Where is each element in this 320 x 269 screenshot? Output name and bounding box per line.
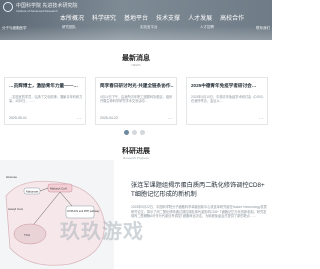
- pager-dot[interactable]: [132, 130, 137, 135]
- sub-link-contact[interactable]: 联系我们: [256, 26, 270, 31]
- mitochondria-shape: [13, 223, 47, 245]
- research-headline[interactable]: 张连军课题组揭示蛋白质丙二酰化修饰调控CD8+ T细胞记忆形成的新机制: [131, 181, 269, 199]
- research-section-title: 科研进展: [122, 148, 150, 155]
- main-nav: 本所概况 科学研究 基地平台 技术支撑 人才发展 高校合作: [60, 15, 244, 23]
- news-card-desc: …实验室的学员，弘扬了文化精神，凝聚青年科研力量，4月6日，……: [9, 95, 83, 104]
- nav-item-talent[interactable]: 人才发展: [188, 15, 212, 23]
- news-card-title[interactable]: 简李春日研讨时光·共建全链条协作…: [100, 83, 174, 89]
- fig-label-tca: TCA: [24, 233, 30, 237]
- news-card-title[interactable]: 2025中德青年免疫学者研讨会…: [191, 83, 265, 89]
- news-card-title[interactable]: …员辉博士，激励青年力量——…: [9, 83, 83, 89]
- fig-label-malonate: Malonate: [26, 190, 39, 194]
- fig-label-glucose: Glucose: [6, 175, 17, 179]
- more-icon[interactable]: ···: [168, 116, 172, 121]
- carousel-pager: [124, 130, 145, 135]
- sub-link-jobs[interactable]: 人才招聘: [200, 25, 214, 30]
- pager-dot[interactable]: [140, 130, 145, 135]
- news-card-date: 2025-04-22: [100, 116, 118, 120]
- site-subtitle: Institute of Advanced Research: [16, 9, 58, 13]
- nav-item-research[interactable]: 科学研究: [92, 15, 116, 23]
- sub-link-team[interactable]: 研究团队: [62, 25, 76, 30]
- nav-item-platform[interactable]: 基地平台: [124, 15, 148, 23]
- news-card-desc: 4月14日下午，由我所青年职工团委科协倡议，组织开展生命科学研究学术交流活动…: [100, 95, 173, 104]
- fig-label-acetyl: Acetyl CoA: [8, 207, 23, 211]
- sub-link-lab[interactable]: 实验室平台: [140, 25, 158, 30]
- news-card-desc: 2025年4月10日，中德青年免疫学术研讨会（DGIS）在我所举办，会议以…: [191, 95, 264, 104]
- news-card-date: 2025-05-01: [9, 116, 27, 120]
- institute-logo[interactable]: [3, 2, 13, 12]
- more-icon[interactable]: ···: [77, 116, 81, 121]
- news-section-en: NEWS: [131, 63, 141, 67]
- nav-item-tech[interactable]: 技术支撑: [156, 15, 180, 23]
- site-header: 中国科学院 先进技术研究院 Institute of Advanced Rese…: [0, 0, 272, 40]
- nav-item-cooperation[interactable]: 高校合作: [220, 15, 244, 23]
- sub-link-left[interactable]: 分子与细胞医学: [2, 26, 27, 31]
- news-card[interactable]: …员辉博士，激励青年力量——… …实验室的学员，弘扬了文化精神，凝聚青年科研力量…: [4, 77, 86, 125]
- pager-dot-active[interactable]: [124, 130, 129, 135]
- news-card[interactable]: 简李春日研讨时光·共建全链条协作… 4月14日下午，由我所青年职工团委科协倡议，…: [95, 77, 177, 125]
- news-card[interactable]: 2025中德青年免疫学者研讨会… 2025年4月10日，中德青年免疫学术研讨会（…: [186, 77, 268, 125]
- news-section-title: 最新消息: [122, 55, 150, 62]
- research-body: 2025年5月22日，中国科学院分子细胞科学卓越创新中心张连军研究组在Natur…: [131, 205, 267, 219]
- fig-label-malonyl: Malonyl CoA: [50, 187, 67, 191]
- more-icon[interactable]: ···: [259, 116, 263, 121]
- nav-item-overview[interactable]: 本所概况: [60, 15, 84, 23]
- fig-label-oxphos: OXPHOS and PPP pathway: [67, 209, 100, 213]
